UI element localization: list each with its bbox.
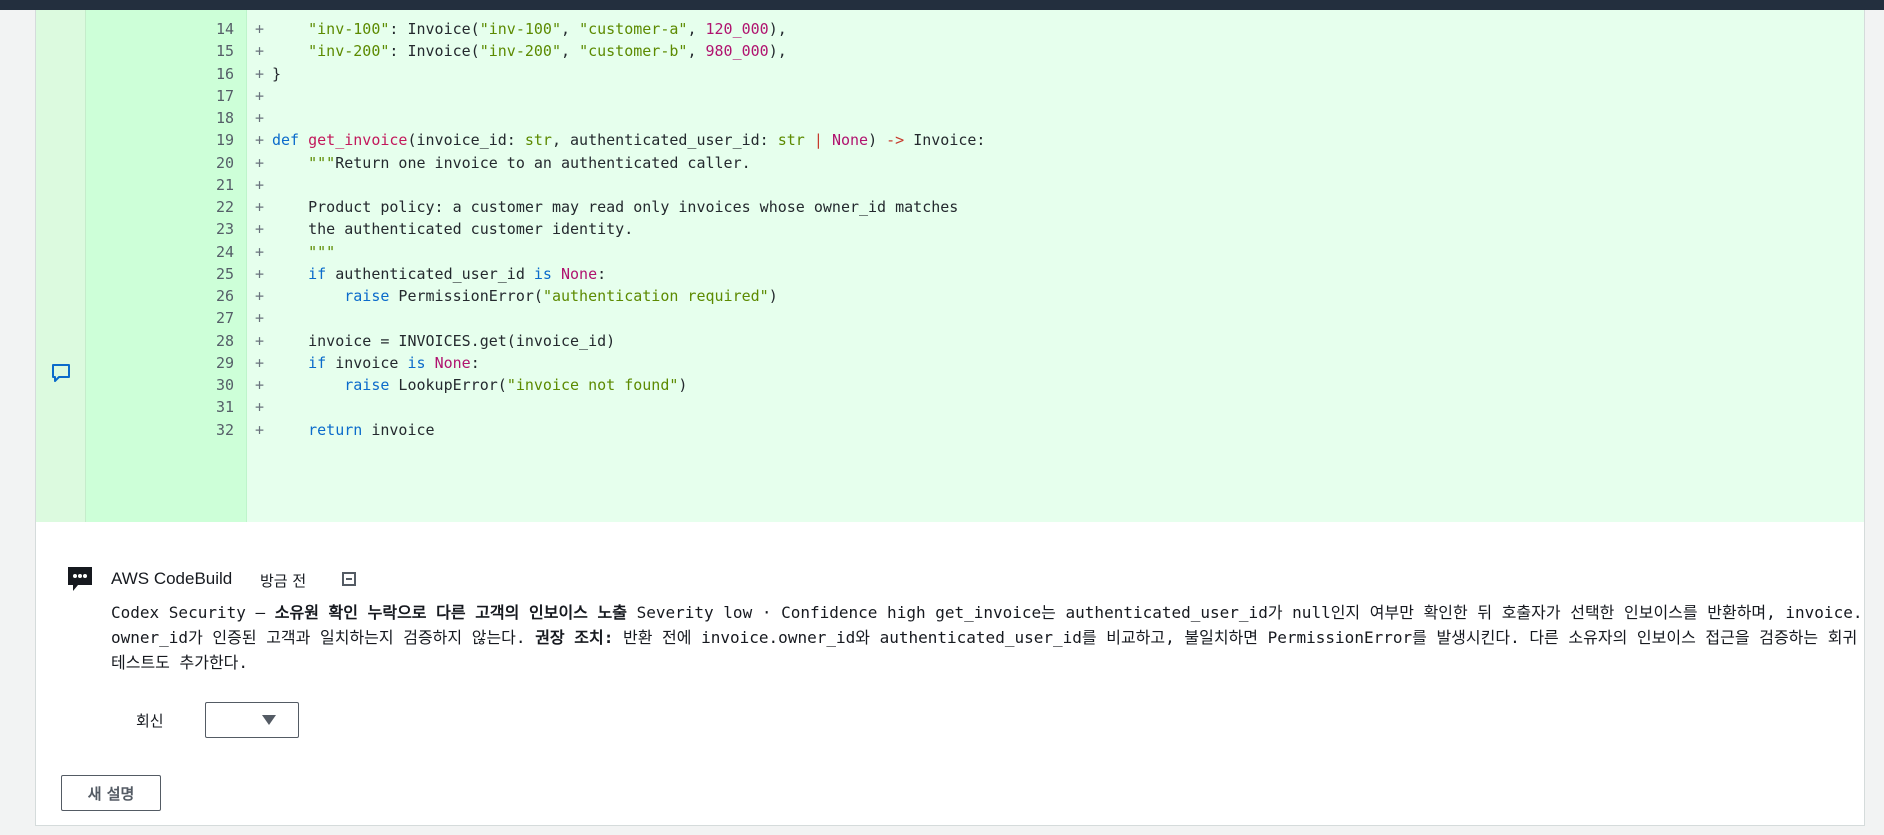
comment-timestamp: 방금 전 [260, 572, 307, 590]
line-number: 26 [215, 287, 234, 305]
diff-view: 14 + "inv-100": Invoice("inv-100", "custo… [36, 10, 1864, 522]
code-line: 29 + if invoice is None: [36, 352, 1864, 374]
line-number: 23 [215, 220, 234, 239]
comment-thread: AWS CodeBuild 방금 전 Codex Security — 소유원 … [36, 522, 1864, 826]
diff-marker: + [255, 242, 265, 261]
code-text: "inv-100": Invoice("inv-100", "customer-… [308, 20, 787, 38]
comment-body-recommendation-label: 권장 조치: [535, 628, 614, 647]
code-text: raise PermissionError("authentication re… [344, 287, 778, 305]
line-number: 15 [215, 42, 234, 61]
diff-marker: + [255, 287, 265, 305]
diff-marker: + [255, 20, 265, 38]
code-line: 15 + "inv-200": Invoice("inv-200", "custo… [36, 40, 1864, 62]
line-number: 21 [215, 175, 234, 194]
diff-marker: + [255, 86, 265, 105]
code-text: Product policy: a customer may read only… [272, 198, 959, 216]
diff-marker: + [255, 220, 265, 239]
diff-marker: + [255, 64, 265, 83]
code-line: 20 + """Return one invoice to an authenti… [36, 152, 1864, 174]
line-number: 16 [215, 64, 234, 83]
code-line: 32 + return invoice [36, 419, 1864, 441]
code-line: 27 + [36, 307, 1864, 329]
diff-marker: + [255, 353, 265, 372]
caret-down-icon [262, 715, 276, 725]
code-text: } [272, 64, 282, 83]
diff-marker: + [255, 153, 265, 172]
diff-marker: + [255, 131, 265, 150]
code-text: "inv-200": Invoice("inv-200", "customer-… [308, 42, 787, 61]
line-number: 22 [215, 198, 234, 216]
code-text: return invoice [308, 420, 435, 439]
line-number: 17 [215, 86, 234, 105]
diff-marker: + [255, 376, 265, 394]
line-number: 31 [215, 398, 234, 417]
diff-marker: + [255, 109, 265, 127]
comment-body-title: 소유원 확인 누락으로 다른 고객의 인보이스 노출 [274, 603, 627, 622]
diff-marker: + [255, 198, 265, 216]
code-text: """ [308, 242, 336, 261]
comment-body-prefix: Codex Security — [111, 603, 275, 622]
diff-marker: + [255, 264, 265, 283]
top-bar [0, 0, 1884, 10]
diff-marker: + [255, 42, 265, 61]
line-number: 28 [215, 331, 234, 350]
code-text: raise LookupError("invoice not found") [344, 376, 688, 394]
chat-bubble-icon [68, 567, 92, 591]
comment-author: AWS CodeBuild [111, 569, 233, 588]
diff-marker: + [255, 175, 265, 194]
collapse-icon[interactable] [342, 572, 356, 586]
code-line: 16 +} [36, 63, 1864, 85]
line-number: 29 [215, 353, 234, 372]
code-review-panel: 14 + "inv-100": Invoice("inv-100", "custo… [35, 10, 1865, 826]
diff-marker: + [255, 420, 265, 439]
code-line: 24 + """ [36, 241, 1864, 263]
diff-marker: + [255, 309, 265, 328]
code-text: if invoice is None: [308, 353, 480, 372]
line-number: 24 [215, 242, 234, 261]
code-text: """Return one invoice to an authenticate… [308, 153, 751, 172]
code-line: 17 + [36, 85, 1864, 107]
diff-marker: + [255, 331, 265, 350]
code-text: def get_invoice(invoice_id: str, authent… [272, 131, 986, 150]
code-line: 21 + [36, 174, 1864, 196]
line-number: 18 [215, 109, 234, 127]
line-number: 20 [215, 153, 234, 172]
code-line: 28 + invoice = INVOICES.get(invoice_id) [36, 330, 1864, 352]
reply-dropdown[interactable] [205, 702, 299, 738]
line-number: 19 [215, 131, 234, 150]
code-line: 18 + [36, 107, 1864, 129]
reply-label: 회신 [136, 712, 164, 730]
code-line: 14 + "inv-100": Invoice("inv-100", "custo… [36, 18, 1864, 40]
code-text: invoice = INVOICES.get(invoice_id) [272, 331, 616, 350]
code-line: 30 + raise LookupError("invoice not found… [36, 374, 1864, 396]
code-line: 26 + raise PermissionError("authenticatio… [36, 285, 1864, 307]
code-line: 19 + def get_invoice(invoice_id: str, auth… [36, 129, 1864, 151]
code-text: if authenticated_user_id is None: [308, 264, 607, 283]
line-number: 30 [215, 376, 234, 394]
new-comment-button[interactable]: 새 설명 [61, 775, 161, 811]
line-number: 32 [215, 420, 234, 439]
diff-marker: + [255, 398, 265, 417]
code-text: the authenticated customer identity. [272, 220, 634, 239]
line-number: 25 [215, 264, 234, 283]
code-line: 25 + if authenticated_user_id is None: [36, 263, 1864, 285]
code-line: 31 + [36, 396, 1864, 418]
comment-body: Codex Security — 소유원 확인 누락으로 다른 고객의 인보이스… [111, 600, 1863, 675]
code-line: 23 + the authenticated customer identity. [36, 218, 1864, 240]
code-line: 22 + Product policy: a customer may read … [36, 196, 1864, 218]
line-number: 14 [215, 20, 234, 38]
line-number: 27 [215, 309, 234, 328]
